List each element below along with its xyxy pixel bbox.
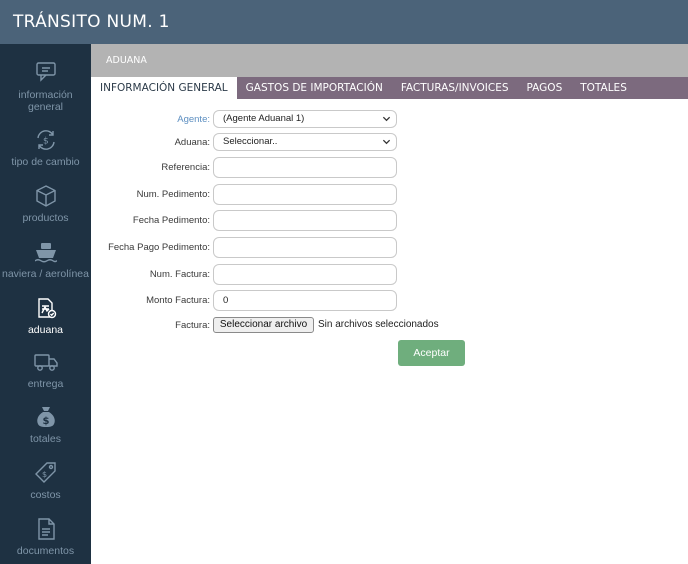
num-pedimento-label: Num. Pedimento: (136, 189, 210, 200)
sidebar-item-tipo-de-cambio[interactable]: $ tipo de cambio (0, 127, 91, 168)
section-title: ADUANA (106, 55, 147, 66)
customs-document-icon (0, 295, 91, 321)
fecha-pago-pedimento-input[interactable] (213, 237, 397, 258)
sidebar-item-label: totales (30, 433, 61, 445)
sidebar-item-documentos[interactable]: documentos (0, 516, 91, 557)
chevron-down-icon (382, 116, 391, 122)
sidebar-item-informacion-general[interactable]: información general (0, 60, 91, 113)
section-header: ADUANA (91, 44, 688, 77)
monto-factura-input[interactable]: 0 (213, 290, 397, 311)
svg-text:$: $ (42, 470, 47, 479)
tab-informacion-general[interactable]: INFORMACIÓN GENERAL (91, 77, 237, 99)
tab-facturas-invoices[interactable]: FACTURAS/INVOICES (392, 77, 518, 99)
sidebar-item-label: productos (22, 212, 69, 224)
agente-select[interactable]: (Agente Aduanal 1) (213, 110, 397, 128)
num-factura-label: Num. Factura: (149, 269, 210, 280)
referencia-input[interactable] (213, 157, 397, 178)
fecha-pago-pedimento-label: Fecha Pago Pedimento: (108, 242, 210, 253)
sidebar-item-productos[interactable]: productos (0, 183, 91, 224)
tab-gastos-de-importacion[interactable]: GASTOS DE IMPORTACIÓN (237, 77, 392, 99)
agente-select-value: (Agente Aduanal 1) (223, 113, 305, 124)
num-pedimento-input[interactable] (213, 184, 397, 205)
sidebar-item-costos[interactable]: $ costos (0, 460, 91, 501)
sidebar-item-label: entrega (27, 378, 64, 390)
sidebar-item-label: documentos (16, 545, 75, 557)
document-icon (0, 516, 91, 542)
fecha-pedimento-label: Fecha Pedimento: (132, 215, 210, 226)
sidebar-item-label: tipo de cambio (11, 156, 80, 168)
agente-label: Agente: (177, 114, 210, 125)
sidebar-item-totales[interactable]: $ totales (0, 404, 91, 445)
app-title-bar: TRÁNSITO NUM. 1 (0, 0, 688, 44)
sidebar-item-label: información general (18, 89, 73, 113)
svg-text:$: $ (43, 137, 49, 147)
tab-pagos[interactable]: PAGOS (518, 77, 572, 99)
fecha-pedimento-input[interactable] (213, 210, 397, 231)
accept-button[interactable]: Aceptar (398, 340, 465, 366)
aduana-select-value: Seleccionar.. (223, 136, 278, 147)
num-factura-input[interactable] (213, 264, 397, 285)
monto-factura-label: Monto Factura: (146, 295, 210, 306)
sidebar: información general $ tipo de cambio pro… (0, 44, 91, 564)
sidebar-item-aduana[interactable]: aduana (0, 295, 91, 336)
aduana-label: Aduana: (174, 137, 210, 148)
box-icon (0, 183, 91, 209)
sidebar-item-label: aduana (27, 324, 64, 336)
sidebar-item-entrega[interactable]: entrega (0, 349, 91, 390)
sidebar-item-naviera-aerolinea[interactable]: naviera / aerolínea (0, 239, 91, 280)
file-status-text: Sin archivos seleccionados (318, 319, 439, 330)
chat-bubble-icon (0, 60, 91, 86)
currency-exchange-icon: $ (0, 127, 91, 153)
chevron-down-icon (382, 139, 391, 145)
tab-totales[interactable]: TOTALES (571, 77, 636, 99)
select-file-button[interactable]: Seleccionar archivo (213, 317, 314, 333)
money-bag-icon: $ (0, 404, 91, 430)
price-tag-icon: $ (0, 460, 91, 486)
sidebar-item-label: costos (30, 489, 61, 501)
page-title: TRÁNSITO NUM. 1 (13, 12, 170, 32)
factura-label: Factura: (175, 320, 210, 331)
aduana-select[interactable]: Seleccionar.. (213, 133, 397, 151)
ship-icon (0, 239, 91, 265)
truck-icon (0, 349, 91, 375)
sidebar-item-label: naviera / aerolínea (2, 268, 89, 280)
referencia-label: Referencia: (161, 162, 210, 173)
tab-bar: INFORMACIÓN GENERAL GASTOS DE IMPORTACIÓ… (91, 77, 688, 99)
svg-text:$: $ (42, 416, 49, 427)
